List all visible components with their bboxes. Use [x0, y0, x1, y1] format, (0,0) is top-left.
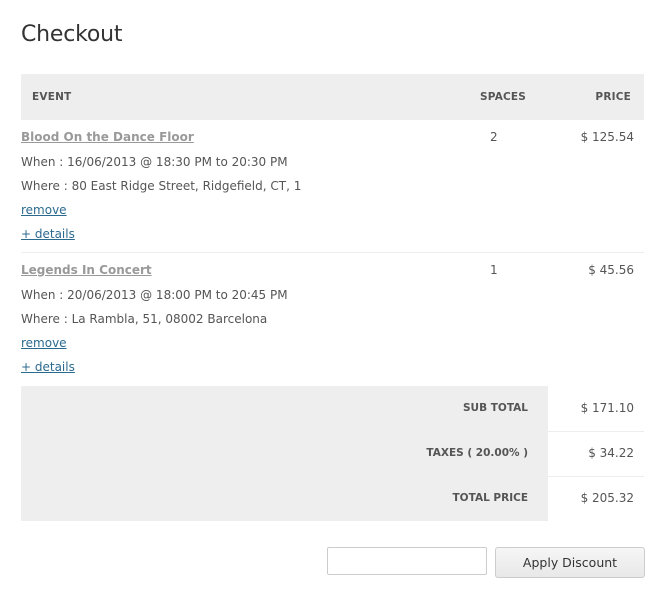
totals-section: SUB TOTAL $ 171.10 TAXES ( 20.00% ) $ 34…: [21, 386, 644, 521]
when-value: 20/06/2013 @ 18:00 PM to 20:45 PM: [67, 288, 288, 302]
when-label: When :: [21, 155, 68, 169]
spaces-value: 2: [490, 130, 498, 144]
taxes-label: TAXES ( 20.00% ): [426, 447, 528, 459]
where-label: Where :: [21, 179, 72, 193]
price-value: $ 45.56: [588, 263, 634, 277]
where-label: Where :: [21, 312, 72, 326]
subtotal-row: SUB TOTAL $ 171.10: [21, 386, 644, 431]
header-spaces: SPACES: [480, 91, 527, 103]
remove-link[interactable]: remove: [21, 336, 67, 350]
event-when: When : 20/06/2013 @ 18:00 PM to 20:45 PM: [21, 288, 288, 302]
discount-code-input[interactable]: [327, 547, 487, 575]
when-value: 16/06/2013 @ 18:30 PM to 20:30 PM: [67, 155, 288, 169]
taxes-value: $ 34.22: [588, 446, 634, 460]
total-price-label: TOTAL PRICE: [452, 492, 528, 504]
header-price: PRICE: [595, 91, 631, 103]
event-title-link[interactable]: Blood On the Dance Floor: [21, 130, 194, 144]
event-where: Where : 80 East Ridge Street, Ridgefield…: [21, 179, 301, 193]
details-link[interactable]: + details: [21, 360, 75, 374]
event-where: Where : La Rambla, 51, 08002 Barcelona: [21, 312, 267, 326]
details-link[interactable]: + details: [21, 227, 75, 241]
event-when: When : 16/06/2013 @ 18:30 PM to 20:30 PM: [21, 155, 288, 169]
subtotal-value: $ 171.10: [580, 401, 634, 415]
where-value: La Rambla, 51, 08002 Barcelona: [71, 312, 268, 326]
where-value: 80 East Ridge Street, Ridgefield, CT, 1: [71, 179, 302, 193]
subtotal-label: SUB TOTAL: [463, 402, 528, 414]
table-row: Blood On the Dance Floor When : 16/06/20…: [21, 120, 644, 253]
header-event: EVENT: [32, 91, 72, 103]
page-title: Checkout: [21, 22, 123, 47]
total-price-value: $ 205.32: [580, 491, 634, 505]
remove-link[interactable]: remove: [21, 203, 67, 217]
apply-discount-button[interactable]: Apply Discount: [495, 547, 645, 578]
taxes-row: TAXES ( 20.00% ) $ 34.22: [21, 431, 644, 476]
when-label: When :: [21, 288, 68, 302]
table-row: Legends In Concert When : 20/06/2013 @ 1…: [21, 253, 644, 386]
event-title-link[interactable]: Legends In Concert: [21, 263, 152, 277]
table-header: EVENT SPACES PRICE: [21, 74, 644, 120]
checkout-table: EVENT SPACES PRICE Blood On the Dance Fl…: [21, 74, 644, 521]
spaces-value: 1: [490, 263, 498, 277]
total-price-row: TOTAL PRICE $ 205.32: [21, 476, 644, 521]
price-value: $ 125.54: [580, 130, 634, 144]
